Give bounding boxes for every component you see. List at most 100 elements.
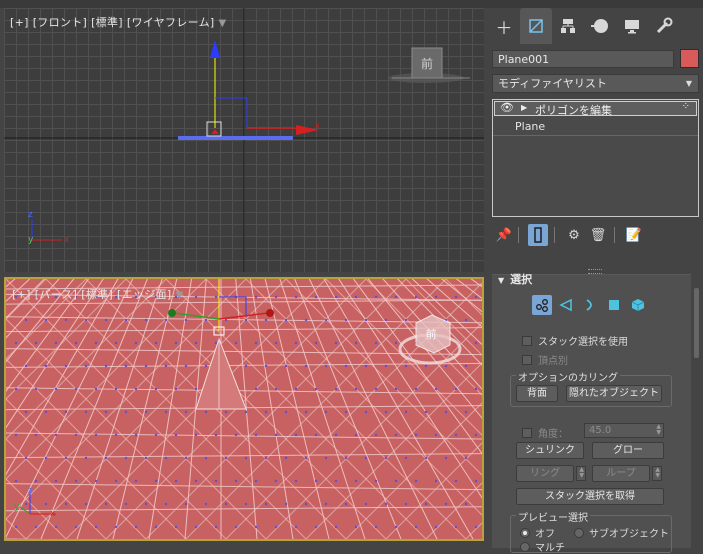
border-mode-button[interactable] xyxy=(580,295,600,315)
rollout-title: 選択 xyxy=(510,273,533,286)
preview-subobject-radio[interactable]: サブオブジェクト xyxy=(574,525,669,540)
command-panel-tabs: ＋ xyxy=(488,8,703,44)
eye-icon[interactable]: 👁 xyxy=(500,101,514,114)
viewport-menu-shading[interactable]: [標準] xyxy=(81,288,113,301)
vertex-dot xyxy=(24,364,28,368)
vertex-dot xyxy=(444,502,448,506)
hierarchy-tab[interactable] xyxy=(552,8,584,44)
vertex-dot xyxy=(64,318,68,322)
use-stack-selection-checkbox[interactable]: スタック選択を使用 xyxy=(522,333,628,348)
stack-item-edit-poly[interactable]: 👁 ▶ ポリゴンを編集 ⁘ xyxy=(494,101,697,117)
viewport-menu-plus[interactable]: [+] xyxy=(10,16,29,29)
vertex-dot xyxy=(374,525,378,529)
modify-tab[interactable] xyxy=(520,8,552,44)
perspective-viewport[interactable]: 前 z y x [+] [パース] [標準] [エッジ面] ▼ xyxy=(4,277,484,541)
toolbar-separator xyxy=(518,227,519,243)
ring-spinner[interactable]: ▲ ▼ xyxy=(576,466,586,481)
vertex-dot xyxy=(474,295,478,299)
vertex-dot xyxy=(74,479,78,483)
filter-icon[interactable]: ▼ xyxy=(219,18,227,29)
pin-stack-button[interactable]: 📌 xyxy=(494,224,514,246)
grid-line xyxy=(6,453,482,459)
shrink-button[interactable]: シュリンク xyxy=(516,442,584,459)
use-stack-selection-label: スタック選択を使用 xyxy=(538,337,628,348)
vertex-dot xyxy=(364,410,368,414)
show-end-result-button[interactable] xyxy=(528,224,548,246)
preview-off-radio[interactable]: オフ xyxy=(520,525,555,540)
command-panel-scrollbar[interactable] xyxy=(694,288,699,358)
vertex-dot xyxy=(384,502,388,506)
spinner-arrows-icon: ▲ ▼ xyxy=(656,423,661,436)
viewport-menu-style[interactable]: [ワイヤフレーム] xyxy=(127,16,215,29)
viewport-menu-plus[interactable]: [+] xyxy=(12,288,31,301)
rollout-header[interactable]: ▼ 選択 xyxy=(498,271,532,287)
object-color-swatch[interactable] xyxy=(680,49,699,68)
angle-spinner[interactable]: 45.0 ▲ ▼ xyxy=(584,423,664,438)
vertex-dot xyxy=(264,410,268,414)
vertex-dot xyxy=(164,318,168,322)
grid-line xyxy=(6,279,19,539)
viewport-menu-view[interactable]: [フロント] xyxy=(33,16,87,29)
viewport-menu-view[interactable]: [パース] xyxy=(35,288,78,301)
vertex-dot xyxy=(204,456,208,460)
create-tab[interactable]: ＋ xyxy=(488,8,520,44)
object-name-field[interactable]: Plane001 xyxy=(492,50,674,68)
pin-dots-icon[interactable]: ⁘ xyxy=(682,101,690,112)
vertex-dot xyxy=(74,341,78,345)
front-viewport-label: [+] [フロント] [標準] [ワイヤフレーム] ▼ xyxy=(10,14,231,30)
vertex-dot xyxy=(334,341,338,345)
front-viewport[interactable]: x 前 z y x [+] [フロント] [標準] [ワイヤフレーム] ▼ xyxy=(4,8,484,272)
back-face-button[interactable]: 背面 xyxy=(516,385,558,402)
vertex-dot xyxy=(44,318,48,322)
filter-icon[interactable]: ▼ xyxy=(175,290,183,301)
vertex-dot xyxy=(74,387,78,391)
vertex-dot xyxy=(274,433,278,437)
vertex-dot xyxy=(24,410,28,414)
vertex-dot xyxy=(34,525,38,529)
vertex-dot xyxy=(104,364,108,368)
make-unique-button[interactable]: ⚙ xyxy=(564,224,584,246)
viewport-menu-style[interactable]: [エッジ面] xyxy=(117,288,171,301)
vertex-dot xyxy=(44,364,48,368)
utilities-tab[interactable] xyxy=(648,8,680,44)
display-tab[interactable] xyxy=(616,8,648,44)
element-mode-button[interactable] xyxy=(628,295,648,315)
vertex-dot xyxy=(404,364,408,368)
vertex-dot xyxy=(434,295,438,299)
edge-mode-button[interactable] xyxy=(556,295,576,315)
vertex-dot xyxy=(54,525,58,529)
gizmo-x-line xyxy=(218,312,269,320)
angle-checkbox[interactable]: 角度： xyxy=(522,425,568,440)
hidden-objects-button[interactable]: 隠れたオブジェクト xyxy=(566,385,662,402)
vertex-dot xyxy=(264,364,268,368)
loop-spinner[interactable]: ▲ ▼ xyxy=(652,466,662,481)
remove-modifier-button[interactable]: 🗑 xyxy=(588,224,608,246)
ring-button[interactable]: リング xyxy=(516,465,574,482)
motion-tab[interactable] xyxy=(584,8,616,44)
modifier-list-dropdown[interactable]: モディファイヤリスト ▼ xyxy=(492,74,699,93)
subobject-buttons xyxy=(532,295,648,315)
vertex-dot xyxy=(224,456,228,460)
vertex-dot xyxy=(374,295,378,299)
stack-item-plane[interactable]: Plane xyxy=(515,120,545,133)
vertex-dot xyxy=(234,525,238,529)
by-vertex-checkbox[interactable]: 頂点別 xyxy=(522,352,568,367)
loop-button[interactable]: ループ xyxy=(592,465,650,482)
vertex-dot xyxy=(244,410,248,414)
vertex-dot xyxy=(284,410,288,414)
viewport-menu-shading[interactable]: [標準] xyxy=(91,16,123,29)
viewcube[interactable]: 前 xyxy=(412,48,442,78)
vertex-dot xyxy=(134,433,138,437)
viewcube[interactable]: 前 xyxy=(416,319,446,349)
vertex-mode-button[interactable] xyxy=(532,295,552,315)
grow-button[interactable]: グロー xyxy=(592,442,664,459)
polygon-mode-button[interactable] xyxy=(604,295,624,315)
get-stack-selection-button[interactable]: スタック選択を取得 xyxy=(516,488,664,505)
configure-sets-button[interactable]: 📝 xyxy=(624,224,644,246)
vertex-dot xyxy=(64,456,68,460)
front-axis-y-label: y xyxy=(28,235,34,245)
modify-icon xyxy=(529,19,543,33)
stack-separator xyxy=(493,135,698,136)
expand-arrow-icon[interactable]: ▶ xyxy=(521,103,527,112)
vertex-dot xyxy=(174,433,178,437)
